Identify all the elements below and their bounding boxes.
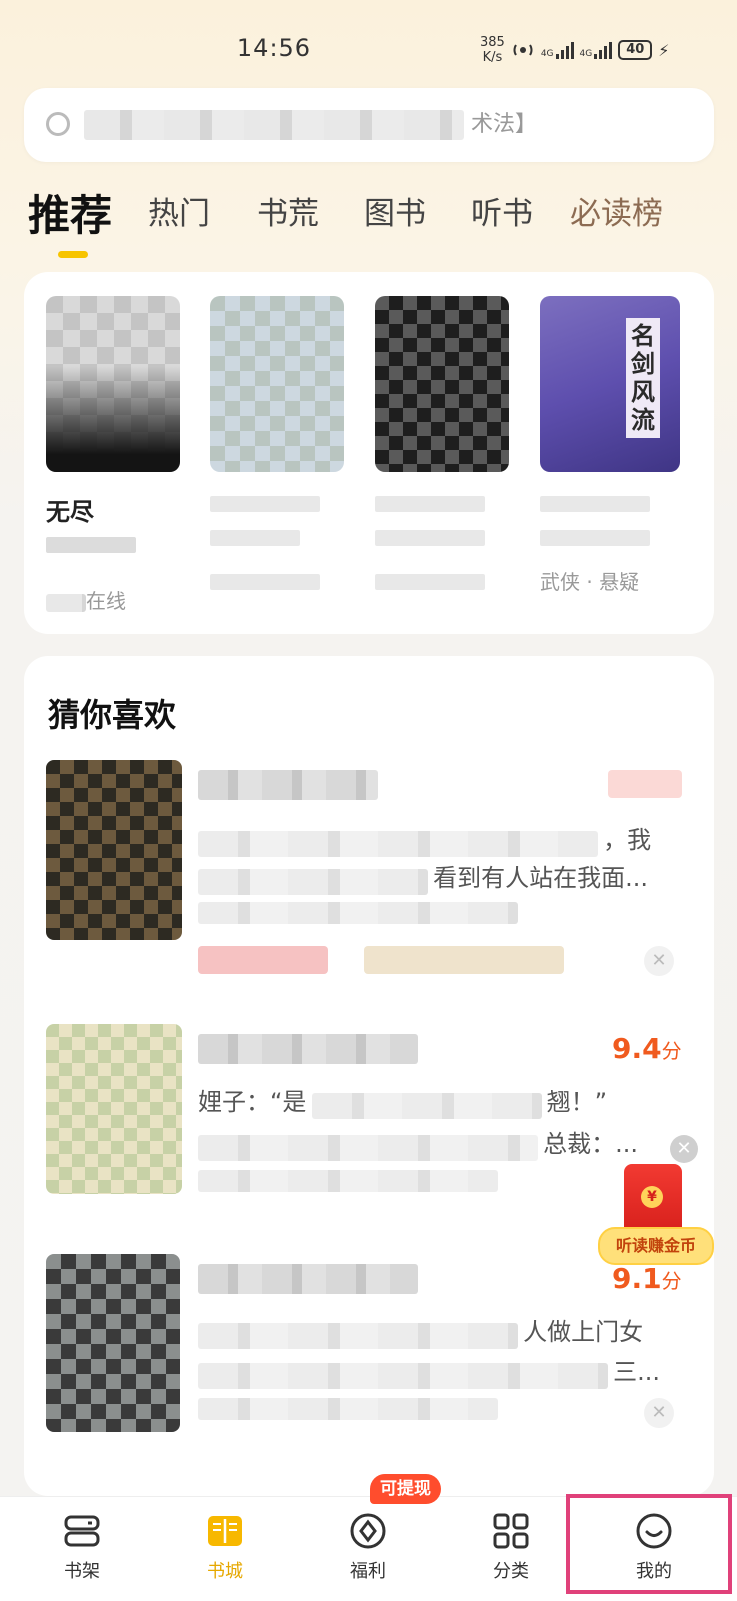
desc-text: 人做上门女: [523, 1318, 644, 1346]
tag: [364, 946, 564, 974]
tab-must-read[interactable]: 必读榜: [570, 188, 663, 233]
book-line: [540, 496, 650, 512]
nav-bookstore[interactable]: 书城: [170, 1511, 280, 1583]
signal-2: 4G: [580, 41, 613, 59]
highlight-frame: [566, 1494, 732, 1594]
network-type-2: 4G: [579, 49, 593, 59]
book-line: [540, 530, 650, 546]
score-badge: [608, 770, 682, 798]
nav-label: 书城: [207, 1561, 243, 1582]
featured-book-4[interactable]: 名剑风流 武侠 · 悬疑: [540, 296, 680, 595]
nav-bookshelf[interactable]: 书架: [27, 1511, 137, 1583]
book-footer-text: 在线: [86, 589, 126, 613]
book-title: [198, 770, 378, 800]
book-desc-line-2: 看到有人站在我面...: [198, 858, 678, 895]
book-meta: [198, 1170, 498, 1192]
featured-book-2[interactable]: [210, 296, 344, 590]
search-icon: [46, 112, 70, 136]
book-footer: 在线: [46, 585, 180, 614]
book-desc-line-1: 人做上门女: [198, 1312, 678, 1349]
book-meta: [198, 902, 518, 924]
battery-icon: 40: [618, 40, 653, 60]
bookshelf-icon: [64, 1515, 100, 1547]
active-tab-indicator: [58, 251, 88, 258]
nav-label: 分类: [493, 1561, 529, 1582]
tab-book-shortage[interactable]: 书荒: [257, 188, 319, 233]
book-footer: 武侠 · 悬疑: [540, 570, 640, 594]
cover-title: 名剑风流: [626, 318, 660, 438]
book-line: [210, 496, 320, 512]
nav-label: 福利: [350, 1561, 386, 1582]
status-time: 14:56: [236, 34, 312, 62]
book-desc-line-1: ，我: [198, 820, 678, 857]
book-line: [210, 530, 300, 546]
welfare-icon: [350, 1513, 386, 1549]
book-score: 9.4分: [612, 1032, 682, 1065]
network-speed-value: 385: [480, 35, 505, 50]
withdraw-badge: 可提现: [370, 1474, 441, 1504]
nav-welfare[interactable]: 福利: [313, 1511, 423, 1583]
book-line: [210, 574, 320, 590]
book-line: [46, 537, 136, 553]
hotspot-icon: [513, 44, 533, 56]
tab-audiobooks[interactable]: 听书: [471, 188, 533, 233]
listen-earn-coins-button[interactable]: 听读赚金币: [598, 1227, 714, 1265]
list-item[interactable]: ，我 看到有人站在我面... ✕: [46, 760, 692, 980]
book-cover: [375, 296, 509, 472]
book-cover: [46, 296, 180, 472]
close-icon[interactable]: ✕: [644, 946, 674, 976]
section-title: 猜你喜欢: [48, 696, 177, 734]
book-cover: [46, 1024, 182, 1194]
list-item[interactable]: 9.4分 娌子：“是 翘！” 总裁：...: [46, 1024, 692, 1224]
book-desc-line-1: 娌子：“是 翘！”: [198, 1082, 678, 1119]
book-score: 9.1分: [612, 1262, 682, 1295]
book-line: [375, 530, 485, 546]
nav-category[interactable]: 分类: [456, 1511, 566, 1583]
search-placeholder[interactable]: 术法】: [84, 108, 554, 142]
desc-text: 娌子：“是: [198, 1088, 307, 1116]
nav-label: 书架: [64, 1561, 100, 1582]
tab-hot[interactable]: 热门: [148, 188, 210, 233]
status-indicators: 385 K/s 4G 4G 40 ⚡: [480, 33, 669, 67]
network-speed-unit: K/s: [482, 50, 503, 65]
book-meta: [198, 1398, 498, 1420]
desc-text: 总裁：...: [543, 1130, 638, 1158]
book-line: [375, 574, 485, 590]
book-cover: [46, 760, 182, 940]
list-item[interactable]: 9.1分 人做上门女 三... ✕: [46, 1254, 692, 1444]
network-type-1: 4G: [540, 49, 554, 59]
book-desc-line-2: 三...: [198, 1352, 678, 1389]
search-placeholder-tail: 术法】: [471, 112, 538, 137]
desc-text: 翘！”: [546, 1088, 608, 1116]
book-cover: [46, 1254, 180, 1432]
network-speed: 385 K/s: [480, 35, 505, 65]
close-icon[interactable]: ✕: [644, 1398, 674, 1428]
tab-books[interactable]: 图书: [364, 188, 426, 233]
book-cover: 名剑风流: [540, 296, 680, 472]
featured-book-1[interactable]: 无尽 在线: [46, 296, 180, 614]
book-title: 无尽: [46, 498, 94, 526]
book-line: [375, 496, 485, 512]
book-title: [198, 1034, 418, 1064]
signal-1: 4G: [541, 41, 574, 59]
tag: [198, 946, 328, 974]
coin-icon: ¥: [641, 1186, 663, 1208]
category-icon: [493, 1513, 529, 1549]
book-cover: [210, 296, 344, 472]
signal-bars-2-icon: [594, 41, 613, 59]
bookstore-icon: [208, 1516, 242, 1546]
desc-text: ，我: [603, 826, 652, 854]
floating-close-icon[interactable]: ✕: [670, 1135, 698, 1163]
desc-text: 看到有人站在我面...: [433, 864, 648, 892]
book-title: [198, 1264, 418, 1294]
signal-bars-1-icon: [555, 41, 574, 59]
tab-recommend[interactable]: 推荐: [28, 182, 112, 243]
charging-icon: ⚡: [658, 40, 670, 60]
featured-book-3[interactable]: [375, 296, 509, 590]
book-desc-line-2: 总裁：...: [198, 1124, 678, 1161]
desc-text: 三...: [613, 1358, 660, 1386]
